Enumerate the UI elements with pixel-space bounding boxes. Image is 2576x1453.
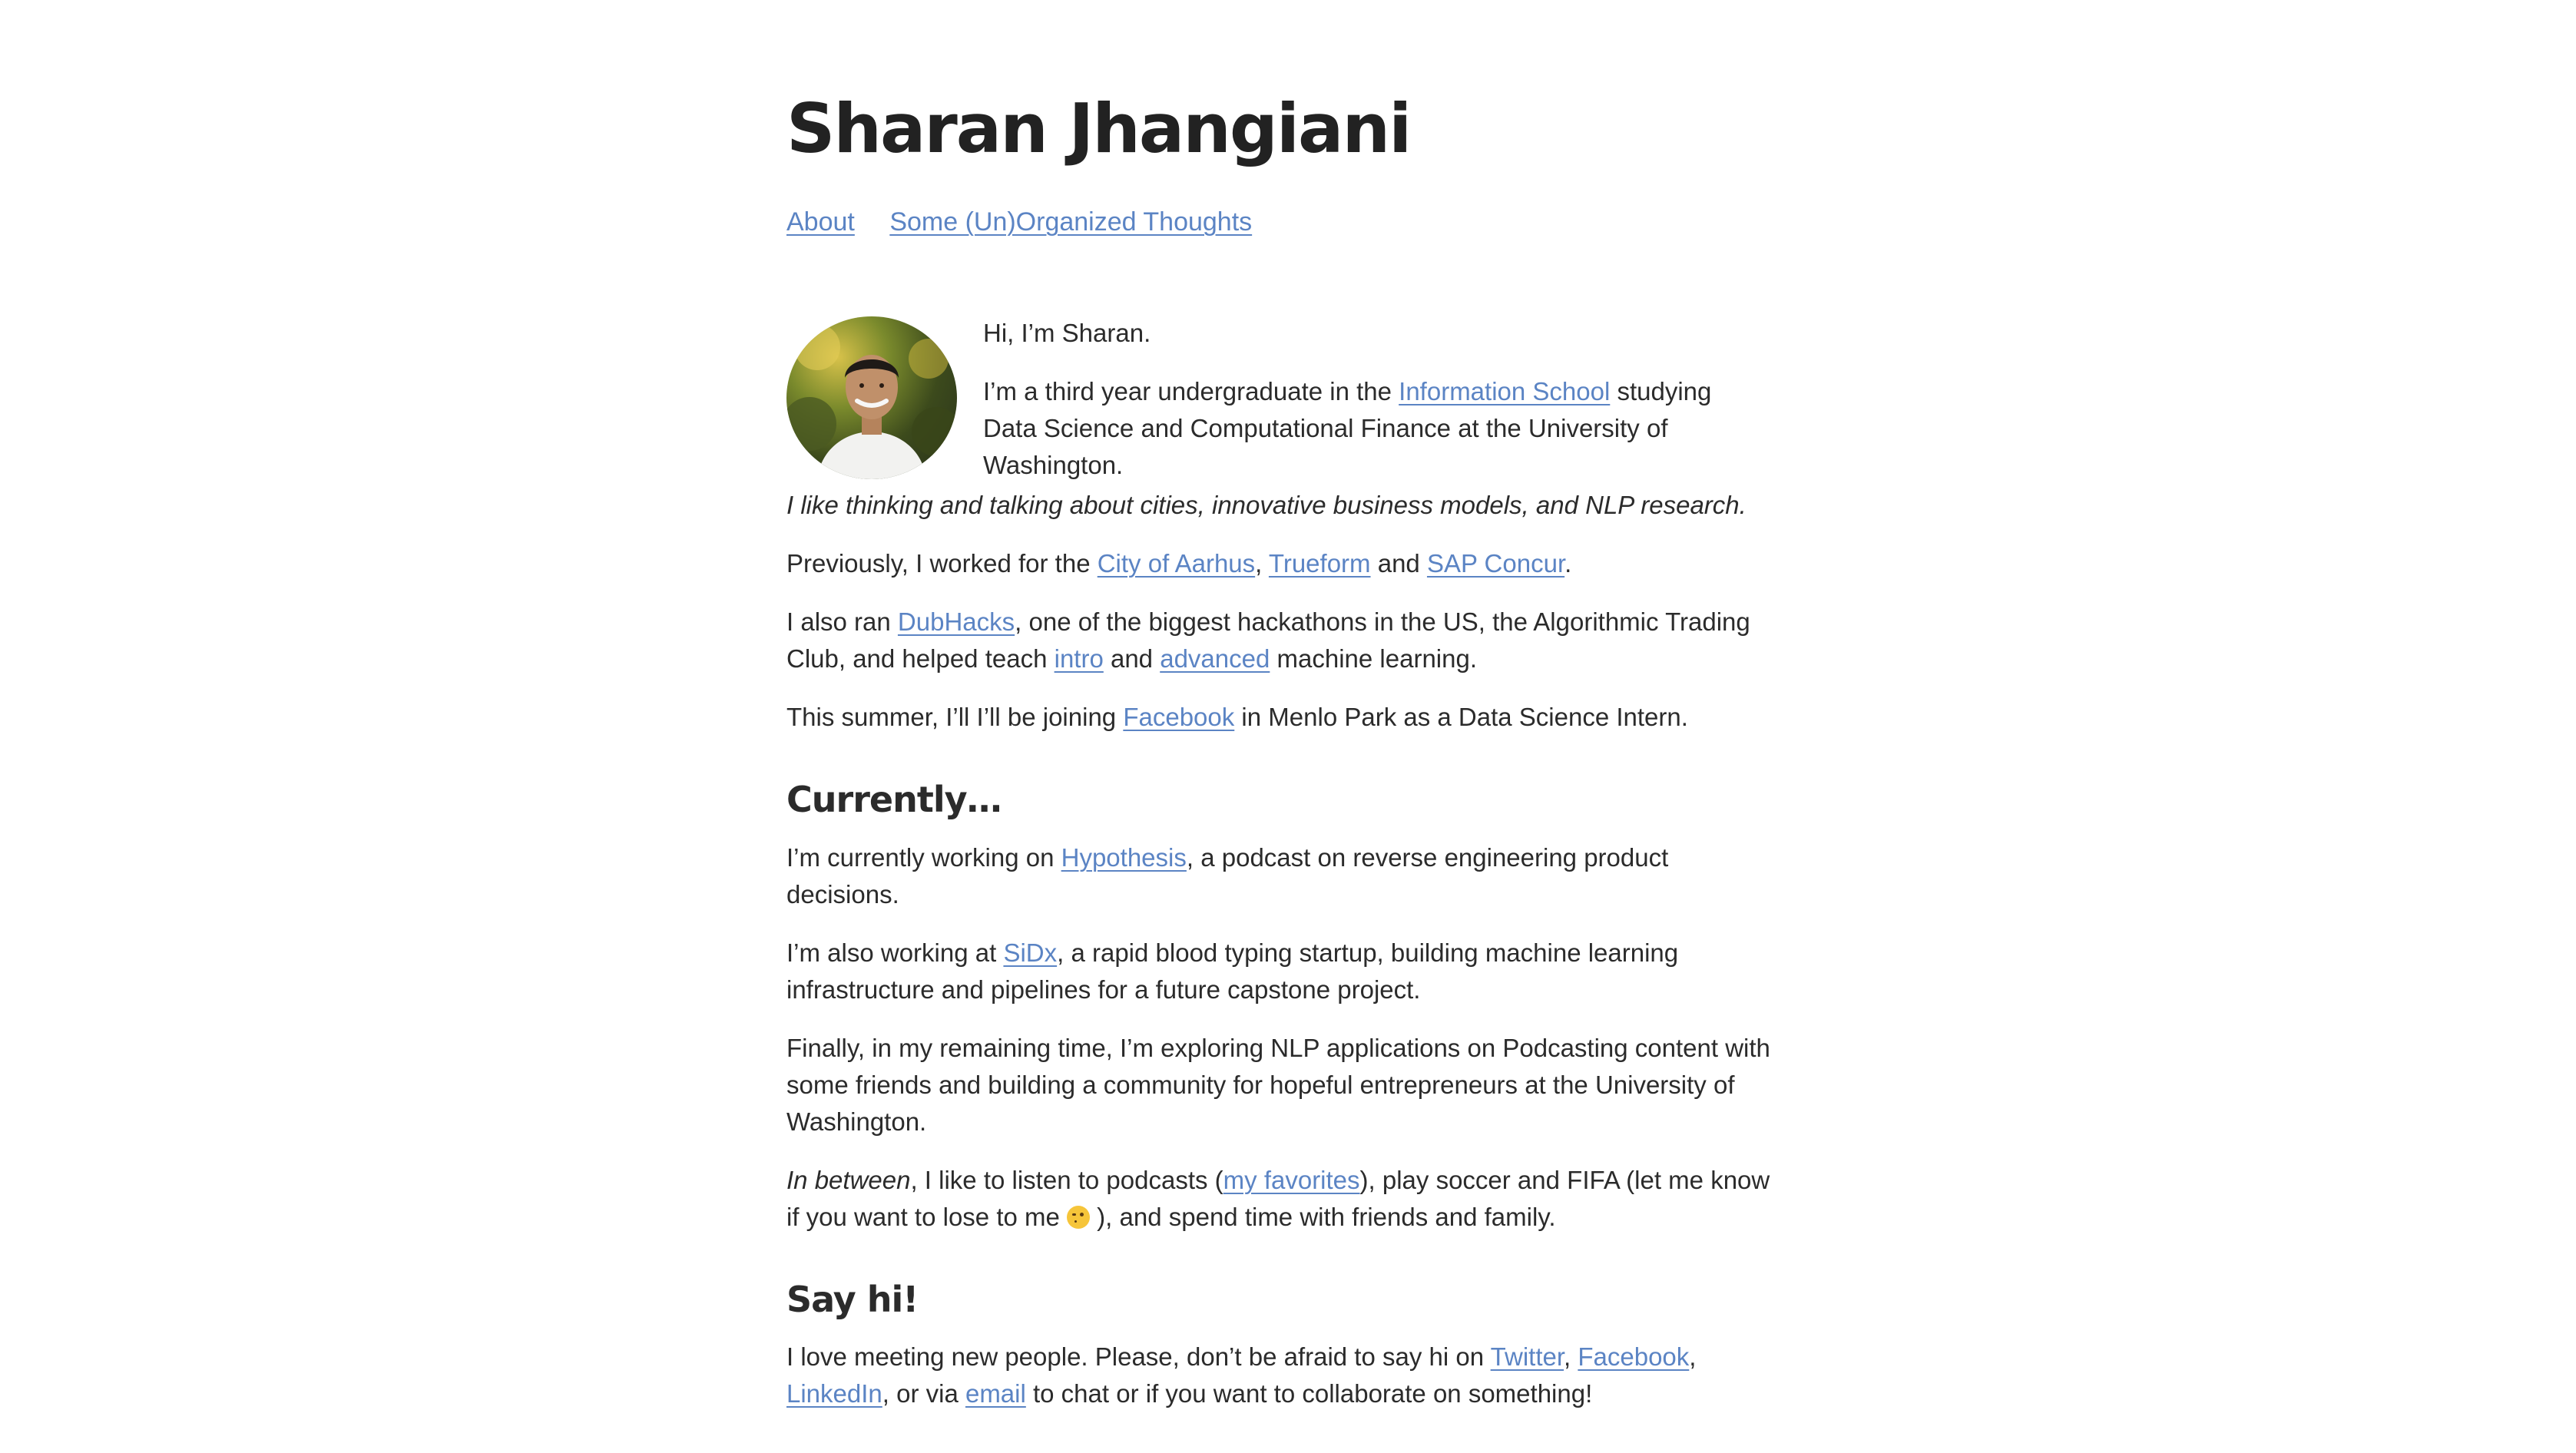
in-between-text-end: ), and spend time with friends and famil… [1090, 1202, 1556, 1231]
site-nav: About Some (Un)Organized Thoughts [786, 207, 1280, 237]
linkedin-link[interactable]: LinkedIn [786, 1379, 882, 1408]
advanced-ml-link[interactable]: advanced [1160, 644, 1270, 673]
period: . [1564, 549, 1572, 578]
say-hi-text-end: to chat or if you want to collaborate on… [1025, 1379, 1593, 1408]
in-between-paragraph: In between, I like to listen to podcasts… [786, 1162, 1785, 1236]
intro-ml-link[interactable]: intro [1055, 644, 1104, 673]
trueform-link[interactable]: Trueform [1269, 549, 1371, 578]
summer-text-end: in Menlo Park as a Data Science Intern. [1234, 703, 1688, 731]
intro-text: Hi, I’m Sharan. I’m a third year undergr… [983, 315, 1759, 505]
separator: and [1103, 644, 1161, 673]
sidx-text: I’m also working at [786, 938, 1004, 967]
avatar-photo [786, 316, 957, 479]
separator: and [1370, 549, 1427, 578]
in-between-text: , I like to listen to podcasts ( [910, 1165, 1223, 1194]
previously-text: Previously, I worked for the [786, 549, 1098, 578]
main-content: Hi, I’m Sharan. I’m a third year undergr… [786, 315, 1785, 1434]
say-hi-text-middle: , or via [882, 1379, 965, 1408]
podcast-favorites-link[interactable]: my favorites [1223, 1166, 1360, 1194]
greeting: Hi, I’m Sharan. [983, 319, 1151, 347]
nav-link-thoughts[interactable]: Some (Un)Organized Thoughts [889, 207, 1252, 237]
hypothesis-text: I’m currently working on [786, 842, 1061, 872]
intro-text-start: I’m a third year undergraduate in the [983, 377, 1399, 405]
summer-paragraph: This summer, I’ll I’ll be joining Facebo… [786, 699, 1785, 736]
also-ran-text: I also ran [786, 607, 898, 636]
information-school-link[interactable]: Information School [1399, 377, 1610, 405]
profile-photo-icon [786, 324, 957, 479]
in-between-emphasis: In between [786, 1165, 911, 1194]
intro-paragraph: I’m a third year undergraduate in the In… [983, 373, 1759, 484]
facebook-link[interactable]: Facebook [1578, 1342, 1689, 1371]
intro-section: Hi, I’m Sharan. I’m a third year undergr… [786, 315, 1785, 487]
hypothesis-link[interactable]: Hypothesis [1061, 843, 1187, 872]
say-hi-heading: Say hi! [786, 1278, 919, 1320]
summer-text: This summer, I’ll I’ll be joining [786, 703, 1124, 731]
site-title: Sharan Jhangiani [786, 89, 1412, 168]
twitter-link[interactable]: Twitter [1491, 1342, 1564, 1371]
say-hi-paragraph: I love meeting new people. Please, don’t… [786, 1339, 1785, 1412]
separator: , [1255, 549, 1269, 578]
hypothesis-paragraph: I’m currently working on Hypothesis, a p… [786, 839, 1785, 913]
sidx-paragraph: I’m also working at SiDx, a rapid blood … [786, 935, 1785, 1008]
sidx-link[interactable]: SiDx [1003, 938, 1057, 967]
wink-emoji-icon [1067, 1205, 1091, 1229]
separator: , [1564, 1342, 1578, 1372]
separator: , [1689, 1342, 1697, 1372]
currently-heading: Currently… [786, 779, 1002, 820]
nlp-paragraph: Finally, in my remaining time, I’m explo… [786, 1033, 1770, 1136]
previously-paragraph: Previously, I worked for the City of Aar… [786, 545, 1785, 582]
also-ran-text-end: machine learning. [1270, 644, 1478, 673]
also-ran-paragraph: I also ran DubHacks, one of the biggest … [786, 604, 1785, 677]
facebook-intern-link[interactable]: Facebook [1123, 703, 1234, 731]
nav-link-about[interactable]: About [786, 207, 855, 237]
dubhacks-link[interactable]: DubHacks [898, 607, 1015, 636]
sap-concur-link[interactable]: SAP Concur [1427, 549, 1564, 578]
city-of-aarhus-link[interactable]: City of Aarhus [1098, 549, 1255, 578]
say-hi-text: I love meeting new people. Please, don’t… [786, 1342, 1491, 1372]
email-link[interactable]: email [965, 1379, 1026, 1408]
